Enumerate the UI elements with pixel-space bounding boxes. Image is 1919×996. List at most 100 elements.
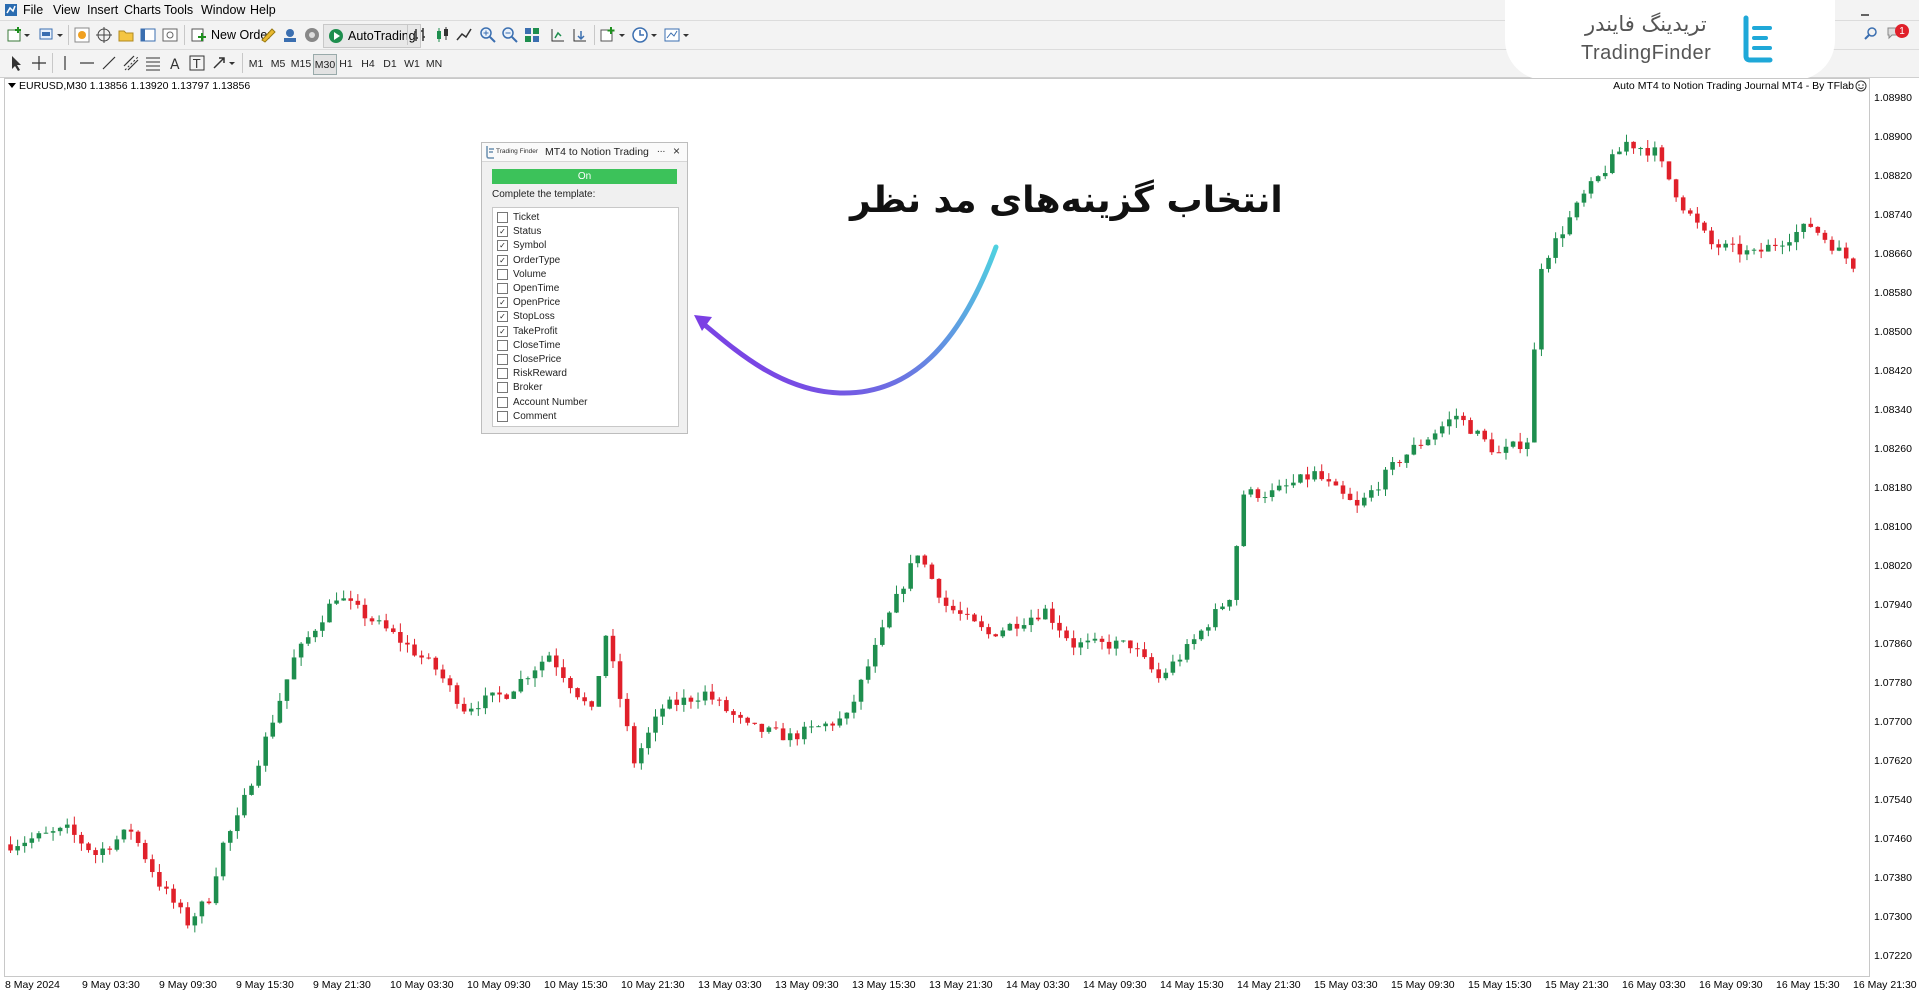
bar-chart-icon[interactable]: [411, 26, 429, 44]
equidistant-channel-icon[interactable]: [122, 54, 140, 72]
autotrading-button[interactable]: AutoTrading: [323, 24, 421, 48]
timeframe-h4[interactable]: H4: [358, 54, 378, 73]
timeframe-m5[interactable]: M5: [268, 54, 288, 73]
signals-icon[interactable]: [281, 26, 299, 44]
checkbox[interactable]: [497, 283, 508, 294]
search-icon[interactable]: [1864, 26, 1878, 40]
field-option-opentime[interactable]: OpenTime: [497, 282, 559, 295]
new-chart-dropdown-icon[interactable]: [22, 26, 32, 44]
periods-icon[interactable]: [631, 26, 649, 44]
candle: [22, 836, 27, 853]
horizontal-line-icon[interactable]: [78, 54, 96, 72]
checkbox[interactable]: [497, 268, 508, 280]
checkbox[interactable]: [497, 396, 508, 408]
checkbox[interactable]: [497, 368, 508, 380]
timeframe-mn[interactable]: MN: [424, 54, 444, 73]
menu-charts[interactable]: Charts: [124, 3, 161, 17]
field-option-status[interactable]: ✓ Status: [497, 225, 541, 238]
field-option-account-number[interactable]: Account Number: [497, 396, 587, 409]
timeframe-m30[interactable]: M30: [313, 54, 337, 75]
menu-window[interactable]: Window: [201, 3, 245, 17]
timeframe-m1[interactable]: M1: [246, 54, 266, 73]
field-option-comment[interactable]: Comment: [497, 410, 556, 423]
timeframe-m15[interactable]: M15: [290, 54, 312, 73]
menu-insert[interactable]: Insert: [87, 3, 118, 17]
indicators-icon[interactable]: [599, 26, 617, 44]
candle: [1815, 226, 1821, 236]
candle: [525, 676, 531, 685]
timeframe-d1[interactable]: D1: [380, 54, 400, 73]
crosshair-navigator-icon[interactable]: [95, 26, 113, 44]
on-button[interactable]: On: [492, 169, 677, 184]
autoscroll-icon[interactable]: [571, 26, 589, 44]
field-option-closeprice[interactable]: ClosePrice: [497, 353, 561, 366]
collapse-triangle-icon[interactable]: [8, 82, 16, 90]
checkbox[interactable]: ✓: [497, 297, 508, 309]
line-chart-icon[interactable]: [455, 26, 473, 44]
checkbox[interactable]: ✓: [497, 226, 508, 238]
folder-icon[interactable]: [117, 26, 135, 44]
checkbox[interactable]: [497, 339, 508, 351]
timeframe-h1[interactable]: H1: [336, 54, 356, 73]
field-option-symbol[interactable]: ✓ Symbol: [497, 239, 546, 252]
annotation-arrow: [694, 244, 999, 396]
checkbox[interactable]: [497, 354, 508, 365]
field-option-ticket[interactable]: Ticket: [497, 211, 539, 224]
crosshair-icon[interactable]: [30, 54, 48, 72]
candlestick-chart-icon[interactable]: [433, 26, 451, 44]
checkbox[interactable]: ✓: [497, 240, 508, 252]
menu-view[interactable]: View: [53, 3, 80, 17]
vertical-line-icon[interactable]: [56, 54, 74, 72]
candle: [1666, 161, 1672, 181]
field-option-volume[interactable]: Volume: [497, 268, 546, 281]
candle: [1390, 457, 1395, 476]
cursor-icon[interactable]: [8, 54, 26, 72]
market-icon[interactable]: [303, 26, 321, 44]
metaeditor-icon[interactable]: [259, 26, 277, 44]
chart-shift-icon[interactable]: [549, 26, 567, 44]
terminal-icon[interactable]: [139, 26, 157, 44]
checkbox[interactable]: [497, 382, 508, 394]
field-option-openprice[interactable]: ✓ OpenPrice: [497, 296, 560, 309]
candle: [270, 714, 276, 739]
zoom-in-icon[interactable]: [479, 26, 497, 44]
fibonacci-icon[interactable]: [144, 54, 162, 72]
templates-icon[interactable]: [663, 26, 681, 44]
field-option-riskreward[interactable]: RiskReward: [497, 367, 567, 380]
panel-minimize-button[interactable]: ...: [657, 144, 665, 155]
field-option-ordertype[interactable]: ✓ OrderType: [497, 254, 560, 267]
field-option-closetime[interactable]: CloseTime: [497, 339, 560, 352]
checkbox[interactable]: ✓: [497, 311, 508, 323]
indicators-dropdown-icon[interactable]: [617, 26, 627, 44]
market-watch-icon[interactable]: [73, 26, 91, 44]
candle: [1284, 478, 1289, 494]
menu-tools[interactable]: Tools: [164, 3, 193, 17]
tile-windows-icon[interactable]: [523, 26, 541, 44]
candle: [1198, 629, 1204, 642]
field-option-stoploss[interactable]: ✓ StopLoss: [497, 310, 555, 323]
candle: [1043, 604, 1048, 620]
candle: [433, 656, 439, 676]
periods-dropdown-icon[interactable]: [649, 26, 659, 44]
text-label-icon[interactable]: T: [188, 54, 206, 72]
checkbox[interactable]: ✓: [497, 325, 508, 337]
timeframe-w1[interactable]: W1: [402, 54, 422, 73]
arrows-dropdown-icon[interactable]: [227, 54, 237, 72]
checkbox[interactable]: [497, 410, 508, 422]
minimize-window-icon[interactable]: [1859, 6, 1871, 18]
panel-close-button[interactable]: ×: [673, 144, 680, 158]
profiles-icon[interactable]: [38, 26, 56, 44]
field-option-broker[interactable]: Broker: [497, 381, 542, 394]
menu-file[interactable]: File: [23, 3, 43, 17]
text-icon[interactable]: A: [166, 54, 184, 72]
templates-dropdown-icon[interactable]: [681, 26, 691, 44]
menu-help[interactable]: Help: [250, 3, 276, 17]
trendline-icon[interactable]: [100, 54, 118, 72]
checkbox[interactable]: [497, 212, 508, 223]
field-option-takeprofit[interactable]: ✓ TakeProfit: [497, 325, 557, 338]
zoom-out-icon[interactable]: [501, 26, 519, 44]
profiles-dropdown-icon[interactable]: [55, 26, 65, 44]
tester-icon[interactable]: [161, 26, 179, 44]
notifications-button[interactable]: 1: [1886, 24, 1914, 42]
checkbox[interactable]: ✓: [497, 254, 508, 266]
